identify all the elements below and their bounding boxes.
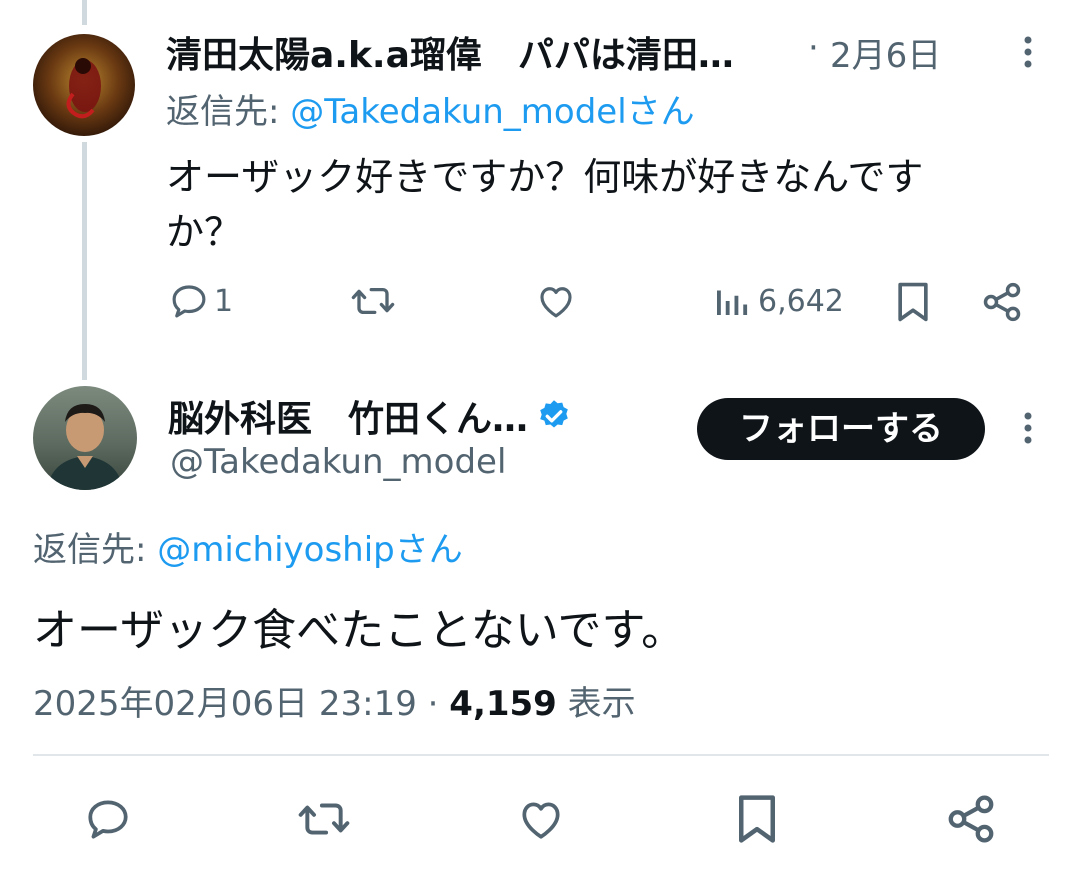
reply-to-handle[interactable]: @michiyoshipさん [157, 530, 462, 570]
bookmark-icon [739, 795, 775, 843]
tweet-text: オーザック食べたことないです。 [33, 605, 686, 656]
more-vertical-icon [1024, 36, 1032, 68]
view-label: 表示 [556, 684, 636, 724]
reply-to-prefix: 返信先: [33, 530, 158, 570]
share-button[interactable] [944, 792, 998, 846]
more-button[interactable] [1010, 408, 1046, 448]
share-icon [948, 795, 994, 843]
avatar[interactable] [33, 34, 135, 136]
retweet-icon [298, 803, 350, 835]
reply-button[interactable] [82, 794, 134, 844]
retweet-button[interactable] [350, 280, 396, 322]
author-handle[interactable]: @Takedakun_model [170, 442, 506, 482]
more-button[interactable] [1010, 32, 1046, 72]
reply-button[interactable]: 1 [168, 280, 233, 322]
like-button[interactable] [514, 794, 568, 844]
bookmark-icon [898, 282, 928, 322]
verified-badge-icon [540, 400, 568, 428]
reply-to-handle[interactable]: @Takedakun_modelさん [290, 92, 694, 132]
avatar-figure-icon [66, 58, 101, 119]
reply-to: 返信先: @Takedakun_modelさん [166, 84, 695, 133]
author-name-row: 脳外科医 竹田くん… [168, 390, 572, 442]
view-count: 4,159 [449, 684, 557, 724]
tweet-text-line: オーザック好きですか？何味が好きなんです [166, 155, 924, 199]
retweet-icon [351, 287, 395, 315]
reply-icon [172, 285, 206, 318]
tweet-timestamp[interactable]: 2025年02月06日 23:19 [33, 684, 417, 724]
display-name[interactable]: 清田太陽a.k.a瑠偉 パパは清田… [166, 26, 734, 78]
view-count: 6,642 [758, 283, 844, 319]
divider [33, 754, 1049, 756]
more-vertical-icon [1024, 412, 1032, 444]
bookmark-button[interactable] [734, 792, 780, 846]
tweet-date[interactable]: 2月6日 [830, 28, 941, 77]
like-icon [540, 287, 572, 318]
reply-to: 返信先: @michiyoshipさん [33, 522, 463, 571]
meta-separator: · [416, 684, 450, 724]
follow-button[interactable]: フォローする [697, 398, 985, 460]
thread-line [82, 0, 87, 25]
display-name[interactable]: 脳外科医 竹田くん… [168, 390, 528, 442]
like-button[interactable] [534, 280, 578, 322]
avatar[interactable] [33, 386, 137, 490]
bookmark-button[interactable] [894, 280, 932, 324]
date-separator: · [808, 28, 819, 68]
share-icon [983, 282, 1021, 322]
retweet-button[interactable] [296, 794, 352, 844]
share-button[interactable] [980, 280, 1024, 324]
reply-to-prefix: 返信先: [166, 92, 291, 132]
avatar-doctor-icon [47, 404, 123, 490]
views-icon [717, 290, 748, 315]
tweet-text-line: か？ [166, 210, 243, 254]
tweet-meta: 2025年02月06日 23:19 · 4,159 表示 [33, 676, 636, 725]
thread-line [82, 142, 87, 380]
reply-count: 1 [214, 283, 234, 319]
like-icon [522, 802, 560, 839]
reply-icon [88, 800, 128, 839]
views-button[interactable]: 6,642 [712, 280, 844, 322]
